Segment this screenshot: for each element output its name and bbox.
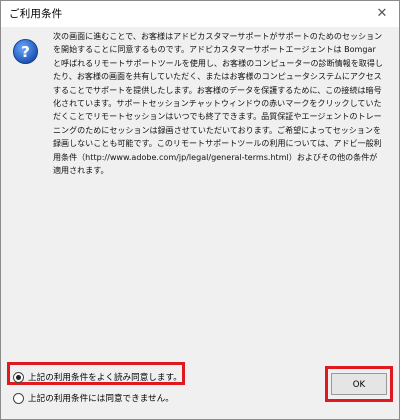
terms-message: 次の画面に進むことで、お客様はアドビカスタマーサポートがサポートのためのセッショ… (53, 32, 383, 176)
ok-button[interactable]: OK (331, 373, 387, 395)
agree-option[interactable]: 上記の利用条件をよく読み同意します。 (13, 370, 182, 384)
close-icon[interactable]: ✕ (371, 3, 393, 25)
disagree-label: 上記の利用条件には同意できません。 (28, 394, 174, 404)
title-bar: ご利用条件 ✕ (1, 1, 399, 27)
dialog-content: ? 次の画面に進むことで、お客様はアドビカスタマーサポートがサポートのためのセッ… (1, 27, 399, 419)
dialog-title: ご利用条件 (9, 8, 63, 20)
agree-label: 上記の利用条件をよく読み同意します。 (28, 373, 182, 383)
question-icon: ? (12, 38, 39, 65)
disagree-radio[interactable] (13, 392, 24, 404)
svg-text:?: ? (21, 43, 30, 61)
agree-radio[interactable] (13, 371, 24, 383)
terms-dialog: ご利用条件 ✕ ? 次の画面に進むことで、お客様はアドビカスタマーサポートがサポ… (0, 0, 400, 420)
disagree-option[interactable]: 上記の利用条件には同意できません。 (13, 391, 174, 405)
